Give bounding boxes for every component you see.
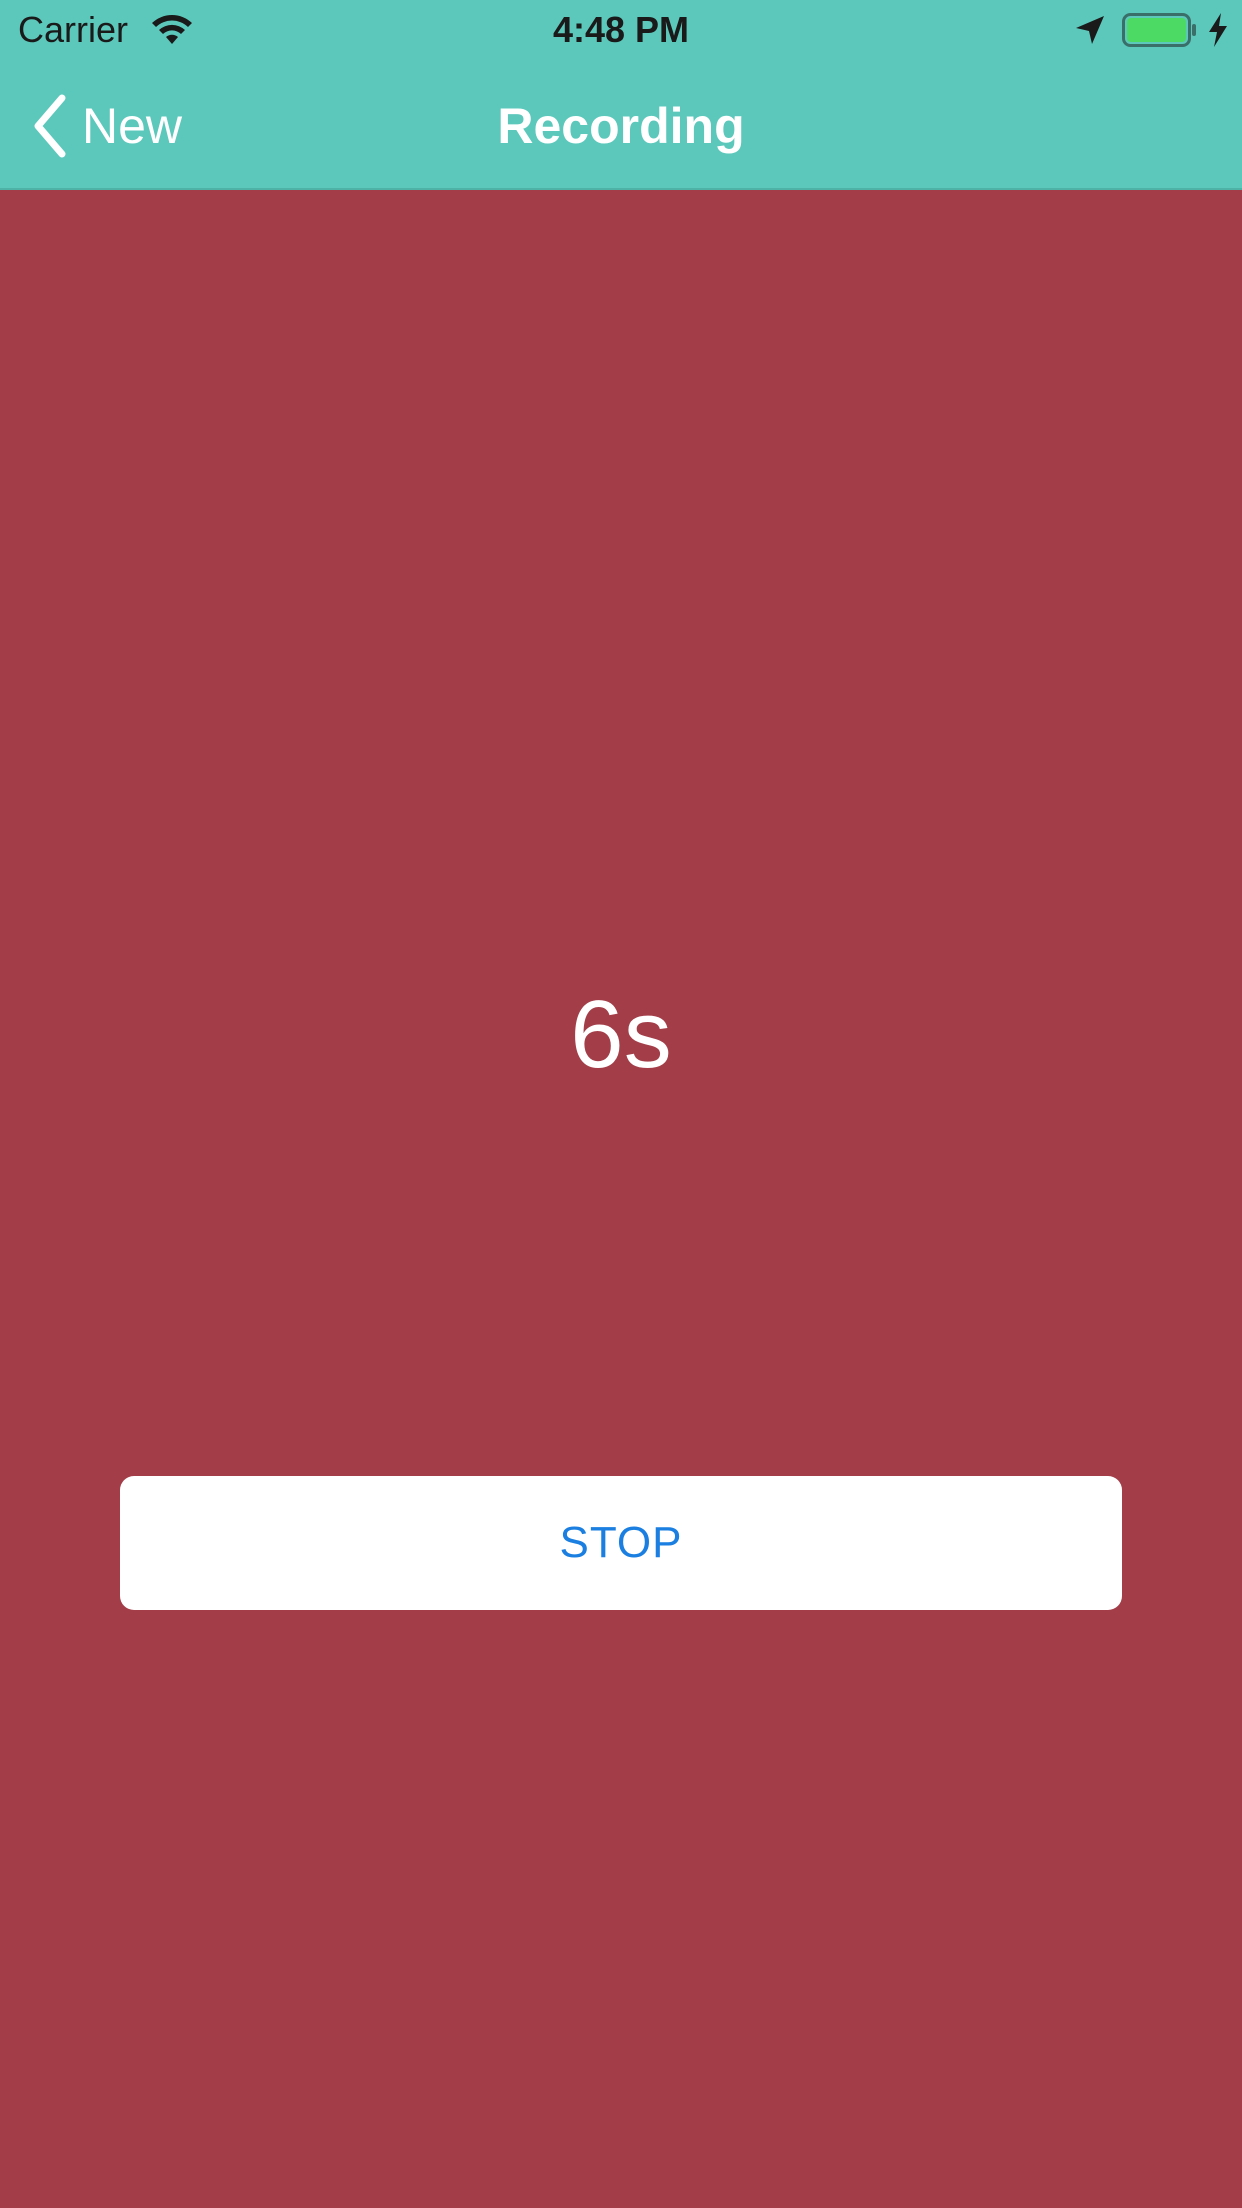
recording-screen: Carrier 4:48 PM New Recording 6s STOP	[0, 0, 1242, 2208]
header: Carrier 4:48 PM New Recording	[0, 0, 1242, 190]
battery-fill	[1127, 18, 1186, 42]
location-arrow-icon	[1076, 16, 1104, 44]
stop-button[interactable]: STOP	[120, 1476, 1122, 1610]
charging-bolt-icon	[1209, 13, 1227, 47]
page-title: Recording	[497, 98, 745, 154]
status-time: 4:48 PM	[552, 9, 690, 50]
elapsed-time: 6s	[570, 981, 672, 1088]
battery-icon	[1122, 13, 1196, 47]
status-bar: Carrier 4:48 PM	[0, 0, 1242, 60]
